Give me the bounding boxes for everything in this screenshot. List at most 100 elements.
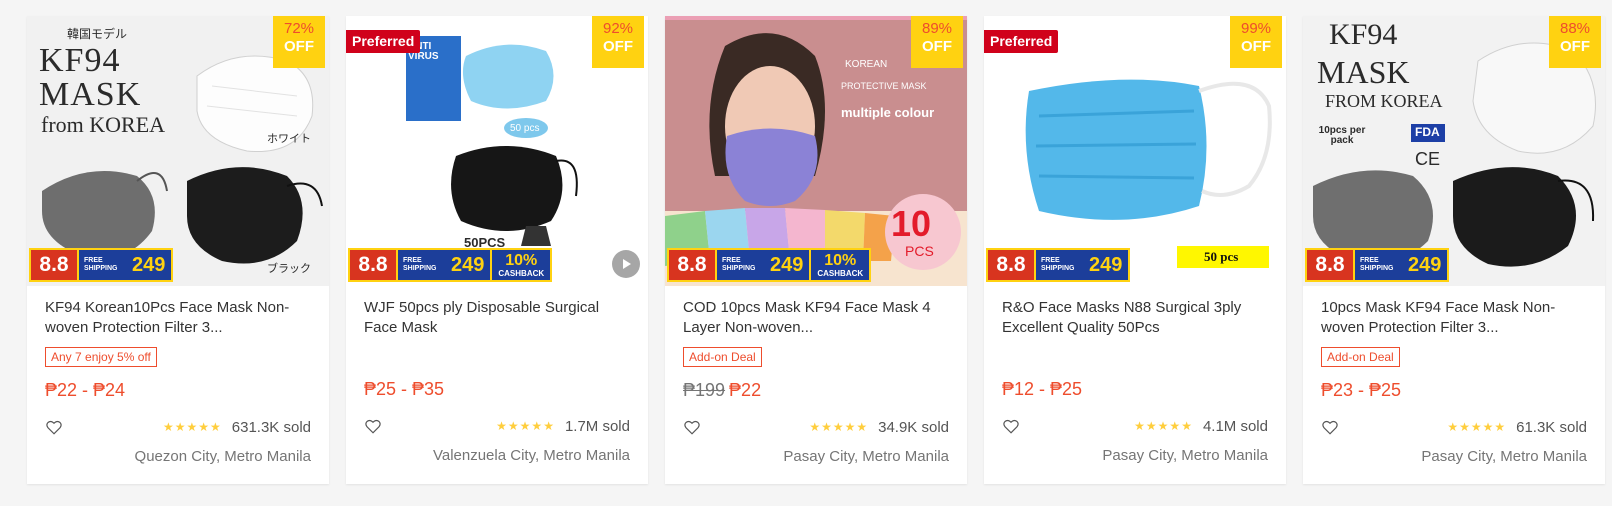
product-card[interactable]: 韓国モデル KF94 MASK from KOREA ホワイト ブラック 72%… — [27, 16, 329, 484]
product-name[interactable]: COD 10pcs Mask KF94 Face Mask 4 Layer No… — [683, 298, 949, 338]
star-rating: ★★★★★ — [162, 420, 222, 434]
product-image[interactable]: 50 pcs Preferred 99% OFF 8.8 FREE SHIPPI… — [984, 16, 1286, 286]
discount-badge: 88% OFF — [1549, 16, 1601, 68]
product-card[interactable]: KOREAN PROTECTIVE MASK multiple colour 1… — [665, 16, 967, 484]
promo-tag: Add-on Deal — [683, 347, 762, 367]
image-caption-pcs: 50 pcs — [1204, 249, 1239, 264]
free-shipping-label: FREE SHIPPING — [403, 257, 437, 272]
discount-off-label: OFF — [1560, 38, 1590, 55]
star-rating: ★★★★★ — [496, 419, 555, 433]
play-video-icon[interactable] — [612, 250, 640, 278]
cashback-badge: 10% CASHBACK — [492, 248, 553, 282]
star-rating: ★★★★★ — [1134, 419, 1193, 433]
discount-percent: 72% — [283, 20, 315, 37]
discount-percent: 88% — [1559, 20, 1591, 37]
cashback-badge: 10% CASHBACK — [811, 248, 872, 282]
fda-logo: FDA — [1415, 125, 1440, 139]
discount-off-label: OFF — [603, 38, 633, 55]
discount-percent: 92% — [602, 20, 634, 37]
discount-percent: 89% — [921, 20, 953, 37]
product-image[interactable]: ANTI VIRUS 50 pcs 50PCS Preferred 92% OF… — [346, 16, 648, 286]
cashback-percent: 10% — [505, 251, 538, 269]
free-shipping-badge: FREE SHIPPING 249 — [717, 248, 812, 282]
product-price: ₱199 ₱22 — [683, 379, 949, 401]
discount-percent: 99% — [1240, 20, 1272, 37]
product-name[interactable]: 10pcs Mask KF94 Face Mask Non-woven Prot… — [1321, 298, 1587, 338]
promo-banner: 8.8 FREE SHIPPING 249 — [986, 248, 1131, 282]
image-caption-colour: multiple colour — [841, 105, 935, 120]
heart-icon[interactable] — [364, 417, 382, 435]
image-caption-count: 50 pcs — [510, 123, 540, 134]
image-caption-korean: KOREAN — [845, 59, 888, 70]
tag-placeholder — [1002, 338, 1268, 366]
free-shipping-amount: 249 — [451, 253, 485, 276]
shop-location: Quezon City, Metro Manila — [134, 448, 311, 465]
product-name[interactable]: R&O Face Masks N88 Surgical 3ply Excelle… — [1002, 298, 1268, 338]
product-image[interactable]: KF94 MASK FROM KOREA 10pcs per pack FDA … — [1303, 16, 1605, 286]
tag-placeholder — [364, 338, 630, 366]
heart-icon[interactable] — [1002, 417, 1020, 435]
rating: ★★★★★ 61.3K sold — [1447, 419, 1587, 436]
promo-day: 8.8 — [1305, 248, 1355, 282]
image-caption-white: ホワイト — [267, 133, 311, 145]
free-shipping-amount: 249 — [770, 253, 804, 276]
free-shipping-label: FREE SHIPPING — [1041, 257, 1075, 272]
image-caption-mask: MASK — [1317, 54, 1410, 90]
shop-location: Pasay City, Metro Manila — [1421, 448, 1587, 465]
free-shipping-badge: FREE SHIPPING 249 — [79, 248, 174, 282]
price-value: ₱22 - ₱24 — [45, 380, 126, 400]
cashback-label: CASHBACK — [498, 268, 545, 278]
price-value: ₱22 — [729, 380, 762, 400]
sold-count: 34.9K sold — [878, 418, 949, 436]
image-caption-korea: from KOREA — [41, 112, 166, 137]
free-shipping-amount: 249 — [1089, 253, 1123, 276]
discount-badge: 89% OFF — [911, 16, 963, 68]
free-shipping-label: FREE SHIPPING — [84, 257, 118, 272]
sold-count: 631.3K sold — [231, 418, 311, 436]
cashback-label: CASHBACK — [817, 268, 864, 278]
heart-icon[interactable] — [1321, 418, 1339, 436]
promo-banner: 8.8 FREE SHIPPING 249 — [29, 248, 174, 282]
promo-day: 8.8 — [986, 248, 1036, 282]
image-caption-korea: FROM KOREA — [1325, 91, 1443, 111]
promo-tag: Add-on Deal — [1321, 347, 1400, 367]
ce-mark: CE — [1415, 149, 1441, 169]
cashback-percent: 10% — [824, 251, 857, 269]
product-card[interactable]: 50 pcs Preferred 99% OFF 8.8 FREE SHIPPI… — [984, 16, 1286, 484]
free-shipping-badge: FREE SHIPPING 249 — [1036, 248, 1131, 282]
shop-location: Valenzuela City, Metro Manila — [432, 447, 630, 464]
price-value: ₱23 - ₱25 — [1321, 380, 1402, 400]
product-name[interactable]: KF94 Korean10Pcs Face Mask Non-woven Pro… — [45, 298, 311, 338]
promo-banner: 8.8 FREE SHIPPING 249 10% CASHBACK — [667, 248, 872, 282]
product-price: ₱25 - ₱35 — [364, 378, 630, 400]
discount-off-label: OFF — [1241, 38, 1271, 55]
product-grid: 韓国モデル KF94 MASK from KOREA ホワイト ブラック 72%… — [27, 16, 1605, 484]
product-card[interactable]: ANTI VIRUS 50 pcs 50PCS Preferred 92% OF… — [346, 16, 648, 484]
image-caption-protective: PROTECTIVE MASK — [841, 81, 927, 91]
product-price: ₱23 - ₱25 — [1321, 379, 1587, 401]
preferred-badge: Preferred — [346, 30, 421, 53]
free-shipping-label: FREE SHIPPING — [1360, 257, 1394, 272]
image-caption-kf94: KF94 — [39, 42, 121, 79]
product-price: ₱22 - ₱24 — [45, 379, 311, 401]
product-image[interactable]: KOREAN PROTECTIVE MASK multiple colour 1… — [665, 16, 967, 286]
star-rating: ★★★★★ — [809, 420, 869, 434]
price-value: ₱12 - ₱25 — [1002, 379, 1083, 399]
discount-badge: 72% OFF — [273, 16, 325, 68]
promo-day: 8.8 — [667, 248, 717, 282]
rating: ★★★★★ 4.1M sold — [1134, 418, 1268, 435]
promo-tag: Any 7 enjoy 5% off — [45, 347, 157, 367]
heart-icon[interactable] — [45, 418, 63, 436]
product-name[interactable]: WJF 50pcs ply Disposable Surgical Face M… — [364, 298, 630, 338]
star-rating: ★★★★★ — [1447, 420, 1507, 434]
image-caption-ten: 10 — [891, 203, 932, 244]
shop-location: Pasay City, Metro Manila — [1102, 447, 1268, 464]
product-card[interactable]: KF94 MASK FROM KOREA 10pcs per pack FDA … — [1303, 16, 1605, 484]
promo-day: 8.8 — [348, 248, 398, 282]
discount-off-label: OFF — [922, 38, 952, 55]
free-shipping-amount: 249 — [1408, 253, 1442, 276]
free-shipping-amount: 249 — [132, 253, 166, 276]
product-image[interactable]: 韓国モデル KF94 MASK from KOREA ホワイト ブラック 72%… — [27, 16, 329, 286]
heart-icon[interactable] — [683, 418, 701, 436]
sold-count: 1.7M sold — [564, 417, 630, 435]
